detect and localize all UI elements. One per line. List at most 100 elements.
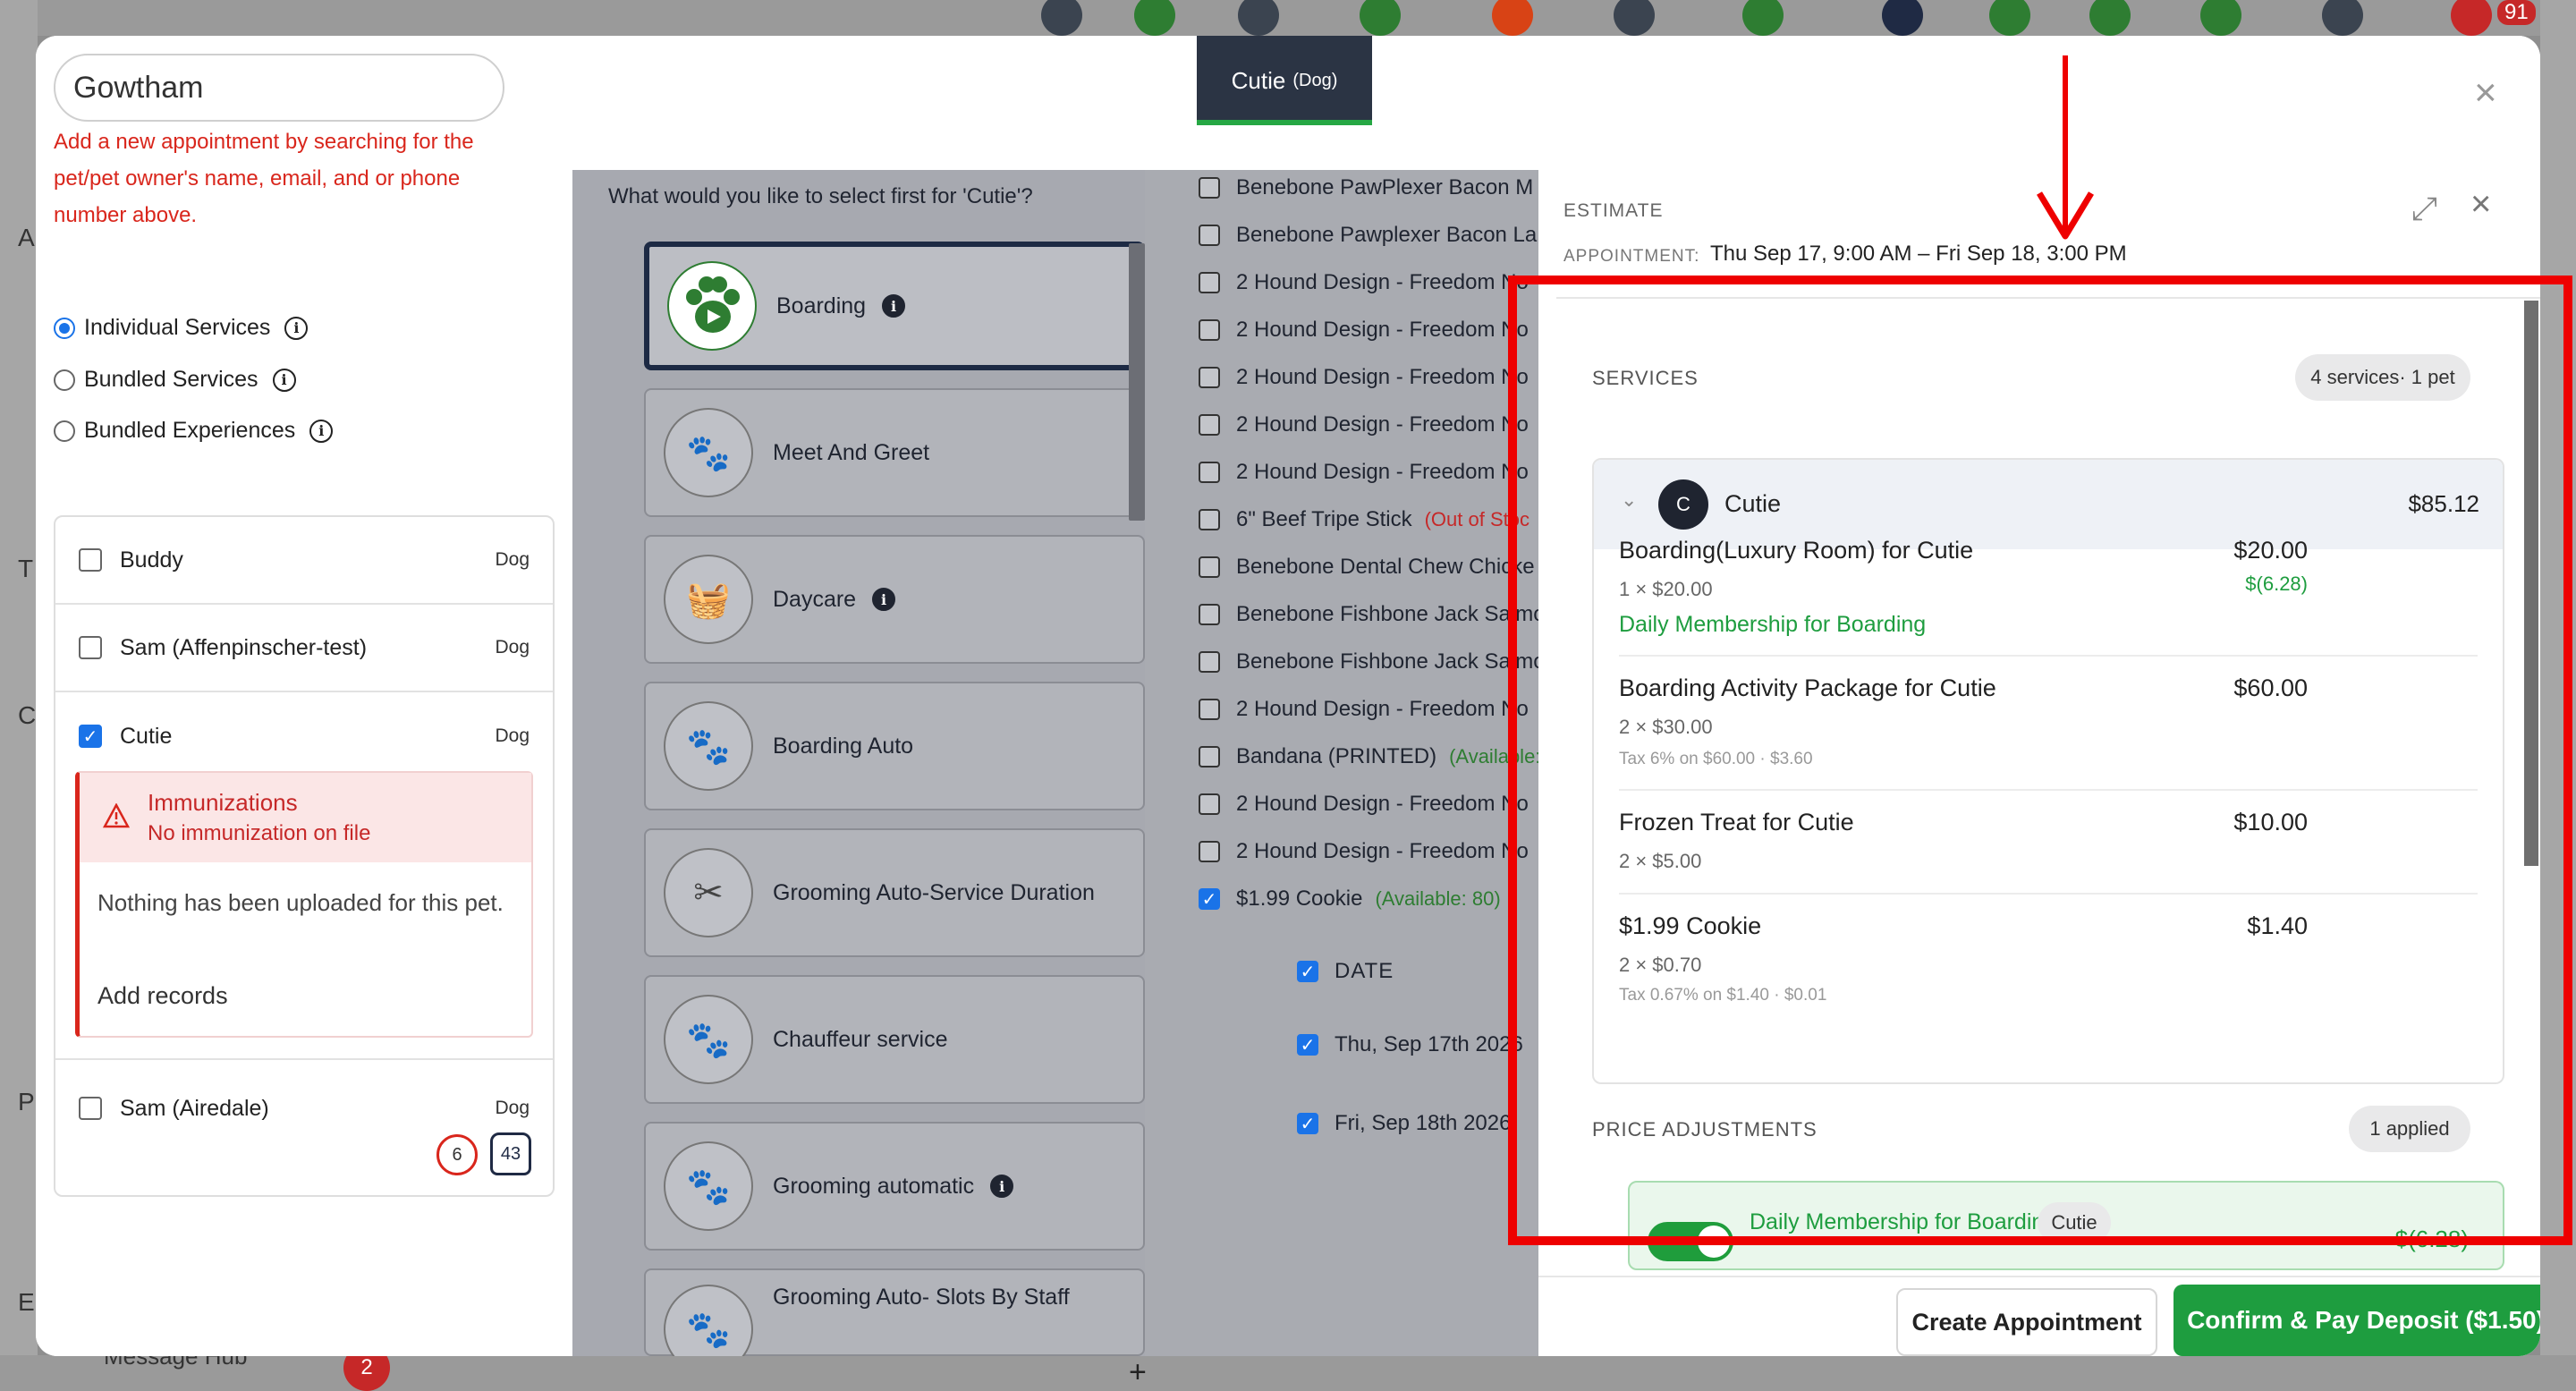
pet-row-sam-affenpinscher[interactable]: Sam (Affenpinscher-test) Dog	[55, 605, 553, 692]
radio-individual-services[interactable]: Individual Services i	[54, 315, 309, 341]
date-checkbox[interactable]: ✓	[1297, 1034, 1318, 1056]
pet-row-cutie[interactable]: ✓ Cutie Dog	[55, 692, 553, 780]
expand-icon[interactable]: ⤢	[2411, 190, 2437, 228]
info-icon[interactable]: i	[272, 368, 296, 392]
service-card-daycare[interactable]: 🧺 Daycare i	[644, 535, 1145, 664]
pet-checkbox[interactable]	[79, 1097, 102, 1120]
product-checkbox[interactable]	[1199, 651, 1220, 673]
active-tab-indicator	[1197, 120, 1372, 125]
product-checkbox[interactable]	[1199, 319, 1220, 341]
service-label: Meet And Greet	[773, 439, 930, 465]
product-checkbox[interactable]	[1199, 841, 1220, 862]
info-icon[interactable]: i	[882, 294, 906, 318]
product-checkbox-checked[interactable]: ✓	[1199, 888, 1220, 910]
service-card-boarding-auto[interactable]: 🐾 Boarding Auto	[644, 682, 1145, 810]
service-card-grooming-slots[interactable]: 🐾 Grooming Auto- Slots By Staff	[644, 1268, 1145, 1356]
product-checkbox[interactable]	[1199, 414, 1220, 436]
info-icon[interactable]: i	[309, 419, 334, 443]
pet-name: Cutie	[120, 723, 173, 749]
product-checkbox[interactable]	[1199, 462, 1220, 483]
date-all-checkbox[interactable]: ✓	[1297, 961, 1318, 982]
basket-icon: 🧺	[664, 555, 753, 644]
product-checkbox[interactable]	[1199, 177, 1220, 199]
date-label: Fri, Sep 18th 2026	[1335, 1111, 1512, 1135]
search-input[interactable]: Gowtham	[54, 54, 504, 122]
product-label: Benebone Pawplexer Bacon La	[1236, 223, 1538, 247]
info-icon[interactable]: i	[990, 1175, 1014, 1198]
radio-bundled-services[interactable]: Bundled Services i	[54, 367, 296, 393]
product-label: Benebone Fishbone Jack Salmo	[1236, 649, 1546, 674]
divider	[55, 1058, 553, 1060]
service-scrollbar[interactable]	[1129, 243, 1145, 521]
tab-pet-cutie[interactable]: Cutie (Dog)	[1197, 36, 1372, 125]
product-label: 2 Hound Design - Freedom No	[1236, 412, 1529, 437]
paw-icon: 🐾	[664, 701, 753, 791]
radio-button[interactable]	[54, 317, 75, 339]
divider	[1538, 1276, 2540, 1277]
date-header-label: DATE	[1335, 959, 1394, 983]
product-label: 2 Hound Design - Freedom No	[1236, 365, 1529, 389]
service-label: Grooming automatic	[773, 1173, 975, 1199]
tab-pet-species: (Dog)	[1292, 70, 1338, 90]
radio-button[interactable]	[54, 369, 75, 391]
product-checkbox[interactable]	[1199, 556, 1220, 578]
product-checkbox[interactable]	[1199, 509, 1220, 530]
history-icon[interactable]: 6	[436, 1134, 478, 1175]
product-label: $1.99 Cookie	[1236, 886, 1363, 911]
estimate-title: ESTIMATE	[1563, 200, 1664, 221]
weight-icon[interactable]: 43	[490, 1132, 531, 1175]
product-checkbox[interactable]	[1199, 225, 1220, 246]
modal-header	[572, 36, 2540, 170]
product-checkbox[interactable]	[1199, 604, 1220, 625]
pet-species: Dog	[495, 549, 530, 570]
pet-checkbox[interactable]	[79, 548, 102, 572]
paw-icon: 🐾	[664, 1141, 753, 1231]
service-card-boarding[interactable]: Boarding i	[644, 242, 1145, 370]
pet-species: Dog	[495, 637, 530, 657]
product-row[interactable]: Benebone Pawplexer Bacon La	[1199, 223, 1574, 248]
service-card-grooming-auto-duration[interactable]: ✂ Grooming Auto-Service Duration	[644, 828, 1145, 957]
close-estimate-icon[interactable]: ×	[2470, 186, 2491, 222]
close-modal-icon[interactable]: ×	[2474, 73, 2497, 113]
pet-checkbox[interactable]	[79, 636, 102, 659]
product-label: Benebone PawPlexer Bacon M	[1236, 175, 1534, 199]
customer-search-panel: Gowtham Add a new appointment by searchi…	[36, 36, 572, 1356]
immunization-subtitle: No immunization on file	[148, 821, 371, 845]
pet-row-sam-airedale[interactable]: Sam (Airedale) Dog	[55, 1064, 553, 1152]
grooming-icon: ✂	[664, 848, 753, 937]
confirm-pay-deposit-button[interactable]: Confirm & Pay Deposit ($1.50)	[2174, 1285, 2540, 1356]
tab-pet-name: Cutie	[1231, 66, 1286, 94]
radio-bundled-experiences[interactable]: Bundled Experiences i	[54, 418, 334, 444]
immunization-title: Immunizations	[148, 789, 298, 816]
date-label: Thu, Sep 17th 2026	[1335, 1032, 1523, 1056]
service-label: Grooming Auto- Slots By Staff	[773, 1285, 1070, 1310]
service-question: What would you like to select first for …	[608, 184, 1033, 208]
create-appointment-button[interactable]: Create Appointment	[1896, 1288, 2157, 1356]
background-sidebar: A T C P E	[0, 0, 38, 1391]
service-card-chauffeur[interactable]: 🐾 Chauffeur service	[644, 975, 1145, 1104]
radio-button[interactable]	[54, 420, 75, 442]
product-checkbox[interactable]	[1199, 272, 1220, 293]
sidebar-letter: P	[18, 1088, 35, 1115]
pet-list: Buddy Dog Sam (Affenpinscher-test) Dog ✓…	[54, 515, 555, 1197]
notification-count: 91	[2497, 0, 2536, 25]
product-checkbox[interactable]	[1199, 793, 1220, 815]
date-checkbox[interactable]: ✓	[1297, 1113, 1318, 1134]
product-checkbox[interactable]	[1199, 699, 1220, 720]
product-label: Bandana (PRINTED)	[1236, 744, 1437, 768]
product-checkbox[interactable]	[1199, 746, 1220, 768]
info-icon[interactable]: i	[872, 588, 896, 611]
add-icon[interactable]: +	[1129, 1355, 1147, 1390]
annotation-arrow-head	[2037, 191, 2094, 240]
product-checkbox[interactable]	[1199, 367, 1220, 388]
search-help-text: Add a new appointment by searching for t…	[54, 130, 474, 227]
info-icon[interactable]: i	[284, 316, 309, 340]
product-row[interactable]: Benebone PawPlexer Bacon M	[1199, 175, 1574, 200]
paw-play-icon	[667, 261, 757, 351]
pet-checkbox-checked[interactable]: ✓	[79, 725, 102, 748]
pet-row-buddy[interactable]: Buddy Dog	[55, 517, 553, 605]
paw-icon: 🐾	[664, 995, 753, 1084]
service-card-grooming-automatic[interactable]: 🐾 Grooming automatic i	[644, 1122, 1145, 1251]
add-records-link[interactable]: Add records	[97, 982, 228, 1010]
service-card-meet-and-greet[interactable]: 🐾 Meet And Greet	[644, 388, 1145, 517]
